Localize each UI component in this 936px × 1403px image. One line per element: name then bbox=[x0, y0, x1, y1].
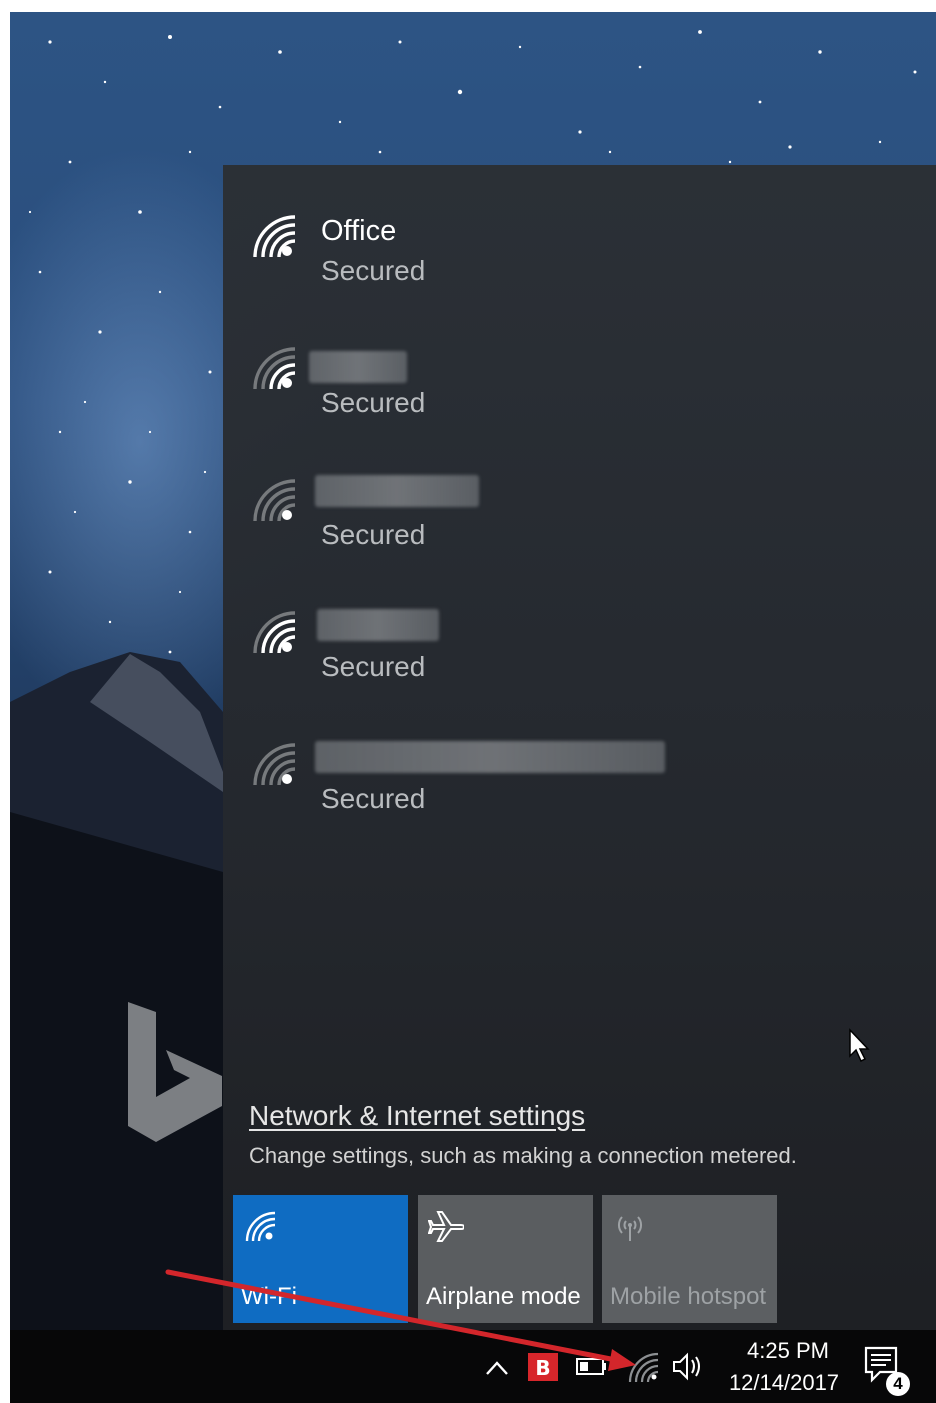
wifi-icon bbox=[245, 1211, 276, 1242]
redacted-network-name bbox=[315, 741, 665, 773]
network-item[interactable]: Secured bbox=[223, 561, 936, 682]
wifi-signal-icon bbox=[253, 743, 296, 786]
wifi-signal-icon bbox=[253, 215, 296, 258]
settings-description: Change settings, such as making a connec… bbox=[249, 1143, 797, 1168]
hotspot-tile-label: Mobile hotspot bbox=[610, 1283, 767, 1310]
network-status: Secured bbox=[321, 783, 426, 814]
show-hidden-icons-chevron-icon[interactable] bbox=[482, 1330, 512, 1403]
security-app-tray-icon[interactable]: B bbox=[526, 1330, 560, 1403]
redacted-network-name bbox=[317, 609, 439, 641]
network-item[interactable]: Secured bbox=[223, 297, 936, 418]
redacted-network-name bbox=[315, 475, 479, 507]
volume-icon[interactable] bbox=[668, 1330, 708, 1403]
airplane-icon bbox=[428, 1211, 464, 1242]
mobile-hotspot-button[interactable]: Mobile hotspot bbox=[602, 1195, 777, 1323]
network-name: Office bbox=[321, 215, 397, 247]
taskbar: B 4:25 PM 12/14/2017 4 bbox=[10, 1330, 936, 1403]
network-item[interactable]: Secured bbox=[223, 429, 936, 550]
airplane-tile-label: Airplane mode bbox=[426, 1283, 581, 1310]
wifi-signal-icon bbox=[253, 611, 296, 654]
bing-logo bbox=[128, 1002, 222, 1142]
airplane-mode-button[interactable]: Airplane mode bbox=[418, 1195, 593, 1323]
network-status: Secured bbox=[321, 255, 426, 286]
network-internet-settings-link[interactable]: Network & Internet settings bbox=[249, 1100, 585, 1132]
wifi-signal-icon bbox=[253, 347, 296, 390]
redacted-network-name bbox=[309, 351, 407, 383]
hotspot-icon bbox=[618, 1216, 642, 1241]
network-item[interactable]: Secured bbox=[223, 693, 936, 814]
network-status: Secured bbox=[321, 519, 426, 550]
mouse-cursor-icon bbox=[849, 1028, 870, 1063]
wifi-toggle-button[interactable]: Wi-Fi bbox=[233, 1195, 408, 1323]
network-flyout: Office Secured Secured Secured Secured S… bbox=[223, 165, 936, 1330]
clock-date[interactable]: 12/14/2017 bbox=[714, 1370, 854, 1396]
network-status: Secured bbox=[321, 387, 426, 418]
network-item-office[interactable]: Office Secured bbox=[223, 165, 936, 286]
battery-icon[interactable] bbox=[574, 1330, 610, 1403]
notification-count-badge: 4 bbox=[886, 1372, 910, 1396]
wifi-tile-label: Wi-Fi bbox=[241, 1283, 297, 1310]
network-wifi-tray-icon[interactable] bbox=[624, 1330, 664, 1403]
network-status: Secured bbox=[321, 651, 426, 682]
svg-text:B: B bbox=[535, 1356, 550, 1380]
clock-time[interactable]: 4:25 PM bbox=[728, 1338, 848, 1364]
wifi-signal-icon bbox=[253, 479, 296, 522]
